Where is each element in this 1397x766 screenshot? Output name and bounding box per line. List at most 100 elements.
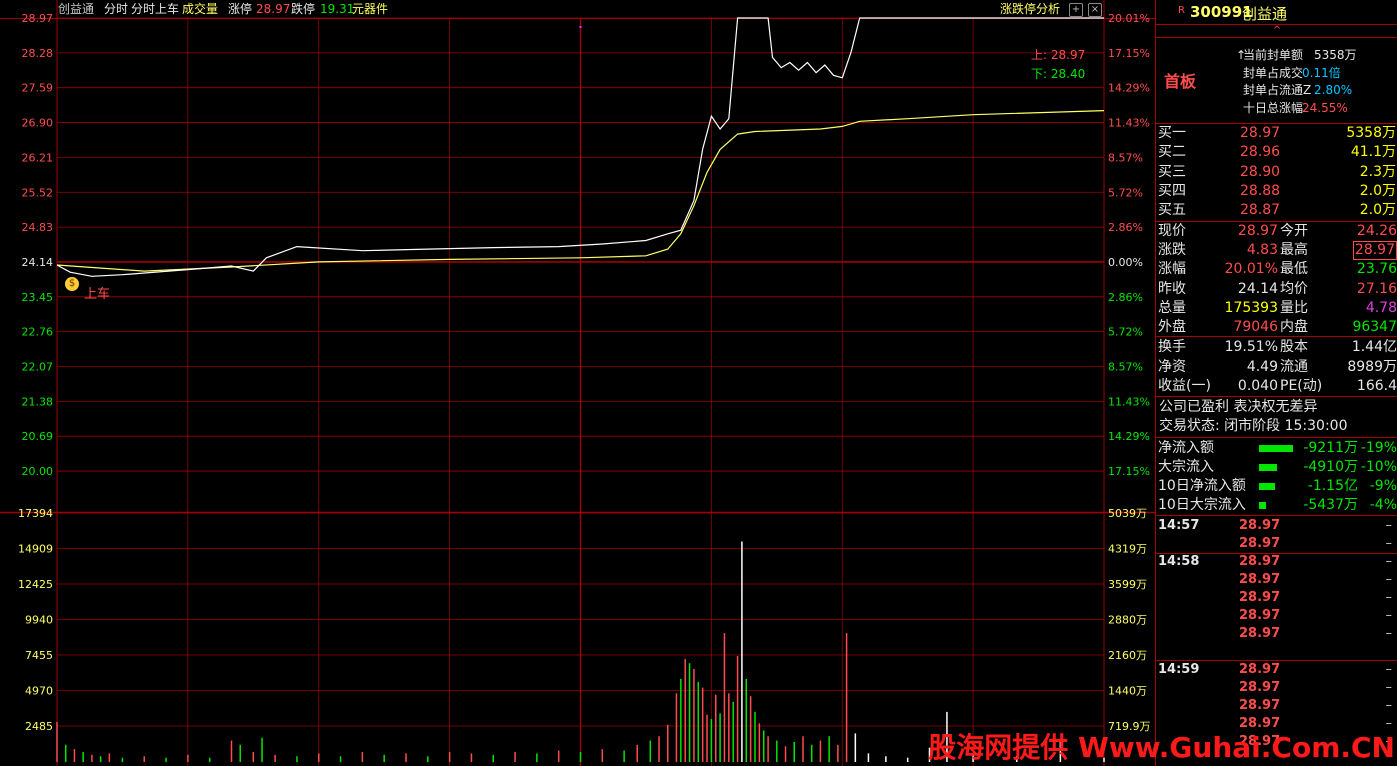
limit-up-label: 涨停 [228, 2, 253, 16]
tick-price: 28.97 [1239, 590, 1281, 605]
price-tick-left: 27.59 [22, 82, 54, 95]
fund-flow-row: 净流入额 -9211万 -19% [1156, 439, 1397, 458]
quote-value: 24.14 [1237, 280, 1278, 297]
flow-pct: -19% [1360, 440, 1397, 456]
collapse-chevron-icon[interactable]: ^ [1156, 24, 1397, 38]
quote-row: 涨幅 20.01% 最低 23.76 [1156, 260, 1397, 279]
volume-tick-right: 2880万 [1108, 614, 1147, 627]
upper-price-label: 上: 28.97 [1031, 48, 1086, 62]
flow-label: 10日净流入额 [1158, 478, 1246, 494]
tick-time: 14:58 [1158, 554, 1200, 569]
tick-row: 28.97 – [1156, 697, 1397, 715]
mode-board-tab[interactable]: 分时上车 [131, 0, 179, 18]
price-tick-right: 0.00% [1108, 256, 1143, 269]
quote-label: 外盘 [1158, 319, 1186, 335]
order-book-row[interactable]: 买二 28.96 41.1万 [1156, 143, 1397, 162]
flow-pct: -9% [1369, 478, 1397, 494]
bid-level-label: 买二 [1158, 144, 1186, 161]
limit-up-value: 28.97 [256, 2, 291, 16]
price-tick-left: 24.14 [22, 256, 54, 269]
limit-analysis-button[interactable]: 涨跌停分析 [1000, 0, 1060, 18]
price-tick-left: 20.00 [22, 465, 54, 478]
fundamental-value-2: 166.4 [1356, 378, 1397, 394]
price-tick-left: 21.38 [22, 395, 54, 408]
price-tick-left: 26.90 [22, 117, 54, 130]
sector-label[interactable]: 元器件 [352, 0, 388, 18]
price-tick-right: 14.29% [1108, 82, 1150, 95]
order-book-row[interactable]: 买三 28.90 2.3万 [1156, 163, 1397, 182]
fundamental-value-2: 8989万 [1347, 358, 1397, 375]
tick-price: 28.97 [1239, 608, 1281, 623]
fundamental-value: 4.49 [1246, 358, 1278, 375]
order-book-row[interactable]: 买一 28.97 5358万 [1156, 124, 1397, 143]
mode-intraday-tab[interactable]: 分时 [104, 0, 128, 18]
quote-label: 昨收 [1158, 280, 1186, 297]
price-tick-left: 22.76 [22, 326, 54, 339]
price-tick-right: 11.43% [1108, 395, 1150, 408]
price-tick-right: 2.86% [1108, 221, 1143, 234]
seal-value: 0.11倍 [1302, 65, 1341, 80]
limit-down-value: 19.31 [320, 2, 355, 16]
bid-volume: 5358万 [1346, 125, 1396, 141]
volume-tick-right: 2160万 [1108, 649, 1147, 662]
status-line-profit: 公司已盈利 表决权无差异 [1159, 399, 1318, 415]
volume-tick-left: 17394 [18, 507, 53, 520]
quote-label-2: 最高 [1280, 242, 1308, 259]
status-line-trading: 交易状态: 闭市阶段 15:30:00 [1159, 418, 1348, 434]
seal-row: ↑ 当前封单额 5358万 [1156, 47, 1397, 64]
close-icon[interactable]: × [1088, 3, 1102, 17]
tick-dash: – [1385, 608, 1393, 623]
quote-label: 涨跌 [1158, 242, 1186, 259]
bid-volume: 2.3万 [1359, 163, 1396, 180]
price-tick-left: 22.07 [22, 361, 54, 374]
bid-level-label: 买三 [1158, 163, 1186, 180]
volume-tick-left: 7455 [25, 649, 53, 662]
price-tick-left: 24.83 [22, 221, 54, 234]
quote-label-2: 内盘 [1280, 319, 1308, 335]
tick-price: 28.97 [1239, 572, 1281, 587]
fundamental-value-2: 1.44亿 [1351, 339, 1397, 355]
fundamental-row: 收益(一) 0.040 PE(动) 166.4 [1156, 377, 1397, 396]
quote-row: 外盘 79046 内盘 96347 [1156, 318, 1397, 337]
intraday-chart[interactable]: 28.97 28.28 27.59 26.90 26.21 25.52 24.83 24.14… [0, 0, 1155, 766]
code-prefix: R [1178, 5, 1185, 16]
quote-label: 现价 [1158, 223, 1186, 239]
quote-value-2: 4.78 [1365, 299, 1397, 316]
bid-volume: 2.0万 [1359, 202, 1396, 219]
fundamental-row: 净资 4.49 流通 8989万 [1156, 358, 1397, 377]
flow-value: -5437万 [1303, 497, 1358, 513]
seal-row: 封单占成交 0.11倍 [1156, 65, 1397, 82]
bid-level-label: 买四 [1158, 182, 1186, 199]
tick-dash: – [1385, 626, 1393, 641]
chart-header: 创益通 分时 分时上车 成交量 涨停 28.97 跌停 19.31 元器件 涨跌… [0, 0, 1155, 18]
quote-row: 昨收 24.14 均价 27.16 [1156, 280, 1397, 299]
tick-dash: – [1385, 554, 1393, 569]
quote-label: 涨幅 [1158, 261, 1186, 278]
add-icon[interactable]: + [1069, 3, 1083, 17]
fundamental-label: 净资 [1158, 358, 1186, 375]
fundamental-label-2: 股本 [1280, 339, 1308, 355]
indicator-label[interactable]: 成交量 [182, 0, 218, 18]
tick-row: 14:58 28.97 – [1156, 553, 1397, 571]
quote-value: 4.83 [1246, 242, 1278, 259]
price-tick-right: 17.15% [1108, 47, 1150, 60]
quote-value-2: 24.26 [1356, 223, 1397, 239]
tick-time: 14:59 [1158, 662, 1200, 677]
money-bag-icon[interactable]: $ [65, 277, 79, 291]
seal-label: 封单占成交 [1243, 65, 1304, 80]
seal-row: 十日总涨幅 24.55% [1156, 100, 1397, 117]
tick-price: 28.97 [1239, 536, 1281, 551]
tick-price: 28.97 [1239, 626, 1281, 641]
order-book-row[interactable]: 买五 28.87 2.0万 [1156, 201, 1397, 220]
quote-panel: R 300991 创益通 ^ 首板 公司已盈利 表决权无差异 交易状态: 闭市阶… [1155, 0, 1397, 766]
tick-row: 28.97 – [1156, 589, 1397, 607]
tick-dash: – [1385, 698, 1393, 713]
bid-level-label: 买五 [1158, 202, 1186, 219]
quote-value: 20.01% [1224, 261, 1278, 278]
tick-dash: – [1385, 536, 1393, 551]
fundamental-label-2: PE(动) [1280, 378, 1323, 394]
tick-row: 14:57 28.97 – [1156, 517, 1397, 535]
order-book-row[interactable]: 买四 28.88 2.0万 [1156, 182, 1397, 201]
quote-label-2: 均价 [1280, 280, 1308, 297]
fundamental-label-2: 流通 [1280, 358, 1308, 375]
